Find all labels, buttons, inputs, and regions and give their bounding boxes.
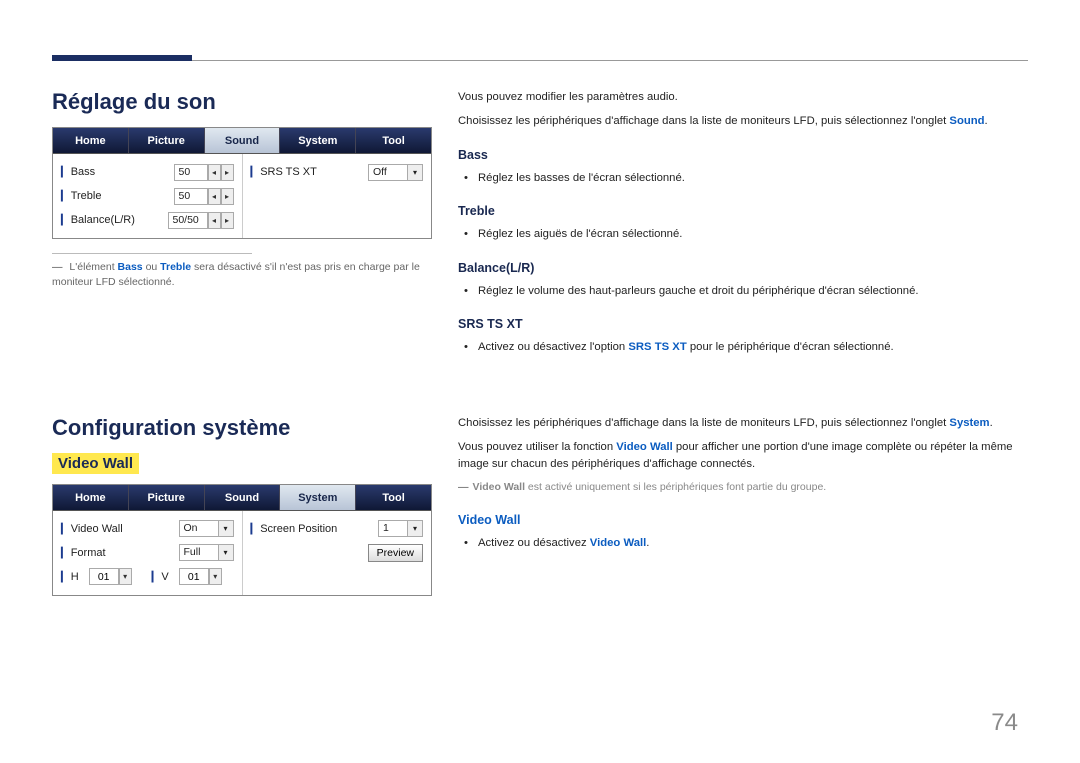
heading-treble: Treble [458,202,1028,220]
chevron-right-icon[interactable]: ▸ [221,164,234,181]
heading-video-wall: Video Wall [458,511,1028,529]
system-intro-1: Choisissez les périphériques d'affichage… [458,415,1028,431]
tab-tool[interactable]: Tool [356,128,431,153]
panel-sound: Home Picture Sound System Tool Bass 50 ◂ [52,127,432,239]
dropdown-screen-position[interactable]: 1 ▾ [378,520,423,537]
tab-picture[interactable]: Picture [129,128,205,153]
chevron-right-icon[interactable]: ▸ [221,188,234,205]
chevron-up-down-icon[interactable]: ▾ [209,568,222,585]
chevron-down-icon[interactable]: ▾ [219,544,234,561]
chevron-down-icon[interactable]: ▾ [408,164,423,181]
heading-video-wall-hl: Video Wall [52,453,139,474]
chevron-left-icon[interactable]: ◂ [208,188,221,205]
value-bass: 50 [174,164,208,181]
chevron-down-icon[interactable]: ▾ [219,520,234,537]
heading-srs: SRS TS XT [458,315,1028,333]
label-screen-position: Screen Position [251,523,338,535]
value-screen-position: 1 [378,520,408,537]
label-h: H [61,571,79,583]
value-treble: 50 [174,188,208,205]
bullet-balance: Réglez le volume des haut-parleurs gauch… [478,283,1028,299]
tab-system[interactable]: System [280,485,356,510]
label-video-wall: Video Wall [61,523,123,535]
spinner-bass[interactable]: 50 ◂ ▸ [174,164,234,181]
intro-audio-1: Vous pouvez modifier les paramètres audi… [458,89,1028,105]
heading-balance: Balance(L/R) [458,259,1028,277]
input-h[interactable] [89,568,119,585]
system-note: ―Video Wall est activé uniquement si les… [458,480,1028,495]
header-rule [52,60,1028,61]
tab-home[interactable]: Home [53,128,129,153]
label-srs: SRS TS XT [251,166,317,178]
tab-picture[interactable]: Picture [129,485,205,510]
label-bass: Bass [61,166,95,178]
tabbar-system: Home Picture Sound System Tool [53,485,431,511]
heading-bass: Bass [458,146,1028,164]
bullet-video-wall: Activez ou désactivez Video Wall. [478,535,1028,551]
spinner-treble[interactable]: 50 ◂ ▸ [174,188,234,205]
label-format: Format [61,547,106,559]
preview-button[interactable]: Preview [368,544,423,562]
value-format: Full [179,544,219,561]
bullet-treble: Réglez les aiguës de l'écran sélectionné… [478,226,1028,242]
tab-system[interactable]: System [280,128,356,153]
dropdown-srs[interactable]: Off ▾ [368,164,423,181]
note-rule [52,253,252,254]
dropdown-video-wall[interactable]: On ▾ [179,520,234,537]
footnote-sound: ― L'élément Bass ou Treble sera désactiv… [52,260,422,289]
chevron-up-down-icon[interactable]: ▾ [119,568,132,585]
tab-sound[interactable]: Sound [205,485,281,510]
chevron-right-icon[interactable]: ▸ [221,212,234,229]
value-srs: Off [368,164,408,181]
bullet-srs: Activez ou désactivez l'option SRS TS XT… [478,339,1028,355]
tabbar-sound: Home Picture Sound System Tool [53,128,431,154]
chevron-left-icon[interactable]: ◂ [208,164,221,181]
label-v: V [152,571,169,583]
section-title-system: Configuration système [52,415,422,441]
intro-audio-2: Choisissez les périphériques d'affichage… [458,113,1028,129]
tab-tool[interactable]: Tool [356,485,431,510]
panel-system: Home Picture Sound System Tool Video Wal… [52,484,432,596]
value-balance: 50/50 [168,212,208,229]
page-number: 74 [991,709,1018,737]
dropdown-format[interactable]: Full ▾ [179,544,234,561]
spinner-balance[interactable]: 50/50 ◂ ▸ [168,212,234,229]
value-video-wall: On [179,520,219,537]
system-intro-2: Vous pouvez utiliser la fonction Video W… [458,439,1028,472]
label-balance: Balance(L/R) [61,214,135,226]
section-title-sound: Réglage du son [52,89,422,115]
tab-sound[interactable]: Sound [205,128,281,153]
label-treble: Treble [61,190,101,202]
bullet-bass: Réglez les basses de l'écran sélectionné… [478,170,1028,186]
chevron-left-icon[interactable]: ◂ [208,212,221,229]
tab-home[interactable]: Home [53,485,129,510]
chevron-down-icon[interactable]: ▾ [408,520,423,537]
input-v[interactable] [179,568,209,585]
spinner-h[interactable]: ▾ [89,568,132,585]
spinner-v[interactable]: ▾ [179,568,222,585]
